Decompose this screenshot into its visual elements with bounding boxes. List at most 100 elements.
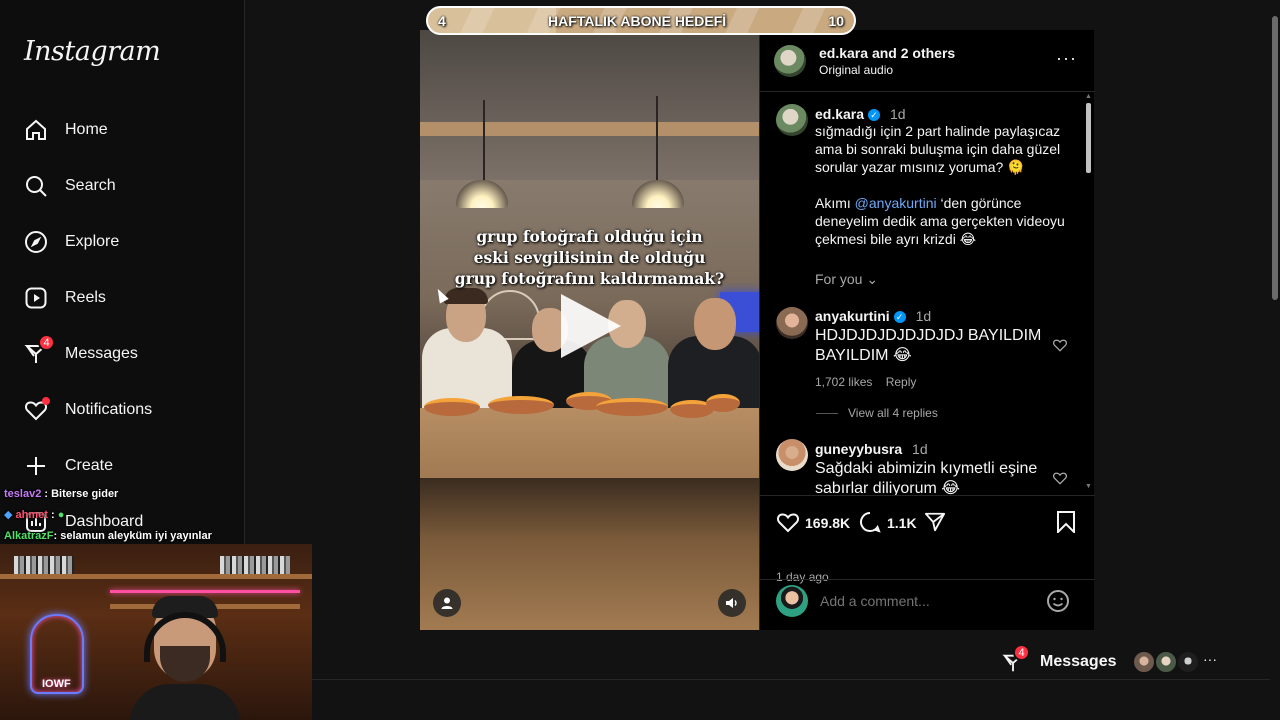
- avatar[interactable]: [774, 45, 806, 77]
- bowl: [596, 398, 668, 416]
- for-you-dropdown[interactable]: For you ⌄: [815, 271, 878, 288]
- view-replies-button[interactable]: View all 4 replies: [816, 406, 938, 420]
- sidebar-item-home[interactable]: Home: [12, 106, 232, 154]
- post-actions: 169.8K 1.1K 1 day ago: [760, 495, 1095, 584]
- sidebar-item-explore[interactable]: Explore: [12, 218, 232, 266]
- avatar: [776, 585, 808, 617]
- neon-logo-text: IOWF: [42, 678, 71, 690]
- comment-icon[interactable]: [859, 511, 881, 533]
- speaker-icon: [726, 598, 737, 608]
- replies-line: [816, 413, 838, 414]
- video-caption-overlay: grup fotoğrafı olduğu için eski sevgilis…: [420, 226, 759, 289]
- sidebar-item-create[interactable]: Create: [12, 442, 232, 490]
- comment-likes[interactable]: 1,702 likes: [815, 375, 872, 389]
- mute-button[interactable]: [718, 589, 746, 617]
- chat-user: ahmet: [15, 509, 48, 521]
- comment-author[interactable]: anyakurtini: [815, 308, 890, 324]
- plus-icon: [24, 454, 48, 478]
- notification-dot: [42, 397, 50, 405]
- neon-strip: [110, 590, 300, 593]
- streamer: [130, 596, 240, 720]
- chat-user: teslav2: [4, 488, 42, 500]
- messenger-icon: 4: [24, 334, 55, 366]
- reply-button[interactable]: Reply: [886, 375, 917, 389]
- floating-messages-button[interactable]: 4 Messages ···: [1000, 644, 1228, 680]
- scroll-down-icon[interactable]: ▼: [1085, 483, 1092, 490]
- chat-message: :: [51, 509, 55, 521]
- like-count[interactable]: 169.8K: [805, 515, 850, 531]
- post-header: ed.kara and 2 others Original audio ···: [760, 30, 1095, 92]
- chat-line: ◆ ahmet : ●: [4, 505, 212, 526]
- caption-author[interactable]: ed.kara: [815, 106, 864, 122]
- sidebar-item-reels[interactable]: Reels: [12, 274, 232, 322]
- instagram-logo[interactable]: Instagram: [24, 36, 161, 67]
- comments-scroll-thumb[interactable]: [1086, 103, 1091, 173]
- bookmark-icon[interactable]: [1056, 511, 1076, 533]
- lamp-cord: [656, 96, 658, 182]
- chat-message: : selamun aleyküm iyi yayınlar: [53, 530, 212, 542]
- scroll-up-icon[interactable]: ▲: [1085, 93, 1092, 100]
- verified-icon: ✓: [868, 109, 881, 121]
- avatar[interactable]: [776, 307, 808, 339]
- bowl: [706, 394, 740, 412]
- share-icon[interactable]: [924, 511, 946, 533]
- reel-video[interactable]: grup fotoğrafı olduğu için eski sevgilis…: [420, 30, 759, 630]
- messages-badge: 4: [38, 334, 55, 351]
- emoji-icon[interactable]: [1046, 589, 1070, 613]
- video-beam: [420, 122, 759, 136]
- page-scrollbar[interactable]: [1269, 0, 1280, 720]
- add-comment-input[interactable]: [820, 590, 1040, 612]
- sidebar-item-label: Messages: [65, 345, 138, 362]
- books: [14, 556, 74, 574]
- post-coauthors[interactable]: and 2 others: [872, 45, 955, 61]
- shelf: [0, 574, 312, 579]
- post-panel: ed.kara and 2 others Original audio ··· …: [759, 30, 1095, 630]
- comment-time[interactable]: 1d: [912, 441, 928, 457]
- avatar: [1154, 650, 1178, 674]
- post-author[interactable]: ed.kara: [819, 45, 868, 61]
- avatar: [1176, 650, 1200, 674]
- chat-line: AlkatrazF: selamun aleyküm iyi yayınlar: [4, 526, 212, 547]
- comment-author[interactable]: guneyybusra: [815, 441, 902, 457]
- avatar[interactable]: [776, 104, 808, 136]
- comment-time[interactable]: 1d: [916, 308, 932, 324]
- tagged-users-button[interactable]: [433, 589, 461, 617]
- sidebar-item-search[interactable]: Search: [12, 162, 232, 210]
- comment-count[interactable]: 1.1K: [887, 515, 917, 531]
- subscriber-goal-bar: 4 HAFTALIK ABONE HEDEFİ 10: [426, 6, 856, 35]
- goal-title: HAFTALIK ABONE HEDEFİ: [548, 12, 727, 29]
- audio-link[interactable]: Original audio: [819, 63, 893, 77]
- video-floor: [420, 478, 759, 630]
- like-icon[interactable]: [776, 511, 800, 533]
- avatar[interactable]: [776, 439, 808, 471]
- sidebar-item-label: Explore: [65, 233, 120, 250]
- sidebar-item-messages[interactable]: 4 Messages: [12, 330, 232, 378]
- webcam-overlay: IOWF: [0, 544, 312, 720]
- caption-text-2: Akımı @anyakurtini ‘den görünce deneyeli…: [815, 194, 1075, 248]
- caption-text-part: Akımı: [815, 195, 855, 211]
- streamer-torso: [130, 684, 240, 720]
- page-scroll-thumb[interactable]: [1272, 16, 1278, 300]
- video-table: [420, 408, 759, 478]
- heart-icon: [24, 397, 50, 422]
- comment-like-icon[interactable]: [1052, 471, 1068, 485]
- lamp: [632, 180, 684, 208]
- mention-link[interactable]: @anyakurtini: [855, 195, 937, 211]
- user-icon: [441, 597, 453, 609]
- comment-text: HDJDJDJDJDJDJDJ BAYILDIM BAYILDIM 😂: [815, 327, 1042, 364]
- bowl: [488, 396, 554, 414]
- comment-like-icon[interactable]: [1052, 338, 1068, 352]
- caption-time[interactable]: 1d: [890, 106, 906, 122]
- search-icon: [24, 174, 48, 198]
- chat-line: teslav2 : Biterse gider: [4, 484, 212, 505]
- more-icon: ···: [1203, 651, 1217, 667]
- play-icon[interactable]: [561, 294, 621, 358]
- sidebar-item-label: Create: [65, 457, 114, 474]
- more-options-icon[interactable]: ···: [1056, 48, 1077, 69]
- compass-icon: [24, 230, 48, 254]
- video-ceiling: [420, 30, 759, 180]
- goal-end: 10: [828, 12, 844, 29]
- sidebar-item-label: Reels: [65, 289, 106, 306]
- comments-scrollbar[interactable]: ▲ ▼: [1084, 93, 1093, 493]
- sidebar-item-notifications[interactable]: Notifications: [12, 386, 232, 434]
